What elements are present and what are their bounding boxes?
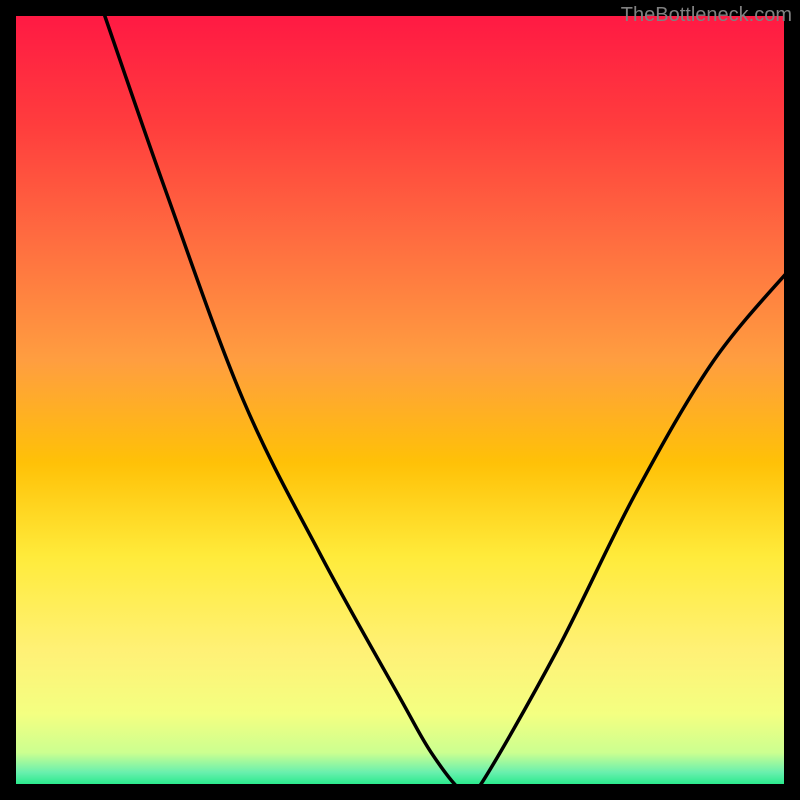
chart: [0, 0, 800, 800]
gradient-background: [8, 8, 792, 792]
attribution-label: TheBottleneck.com: [621, 4, 792, 27]
chart-svg: [0, 0, 800, 800]
